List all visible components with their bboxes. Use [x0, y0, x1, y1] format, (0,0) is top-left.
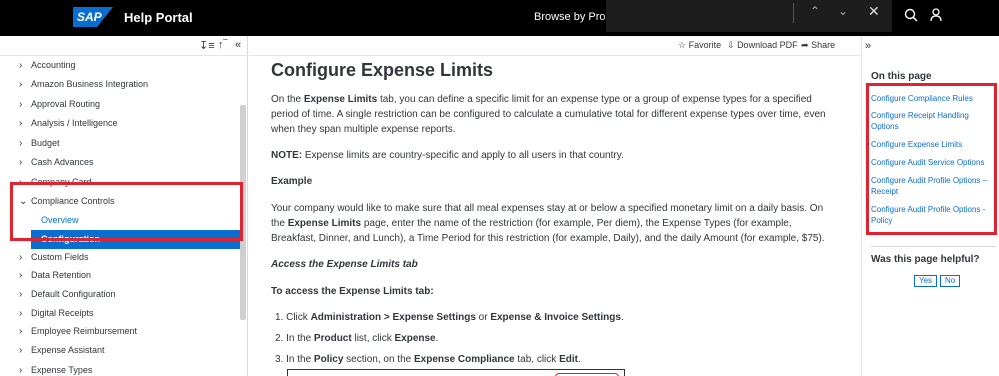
- chevron-right-icon: ›: [19, 252, 23, 263]
- step-2: 2. In the Product list, click Expense.: [275, 333, 439, 344]
- tree-item-digital-receipts[interactable]: › Digital Receipts: [0, 304, 240, 323]
- share-button[interactable]: ➦ Share: [801, 40, 835, 51]
- user-icon[interactable]: [930, 8, 942, 25]
- tree-item-custom-fields[interactable]: › Custom Fields: [0, 248, 240, 267]
- tree-item-accounting[interactable]: › Accounting: [0, 56, 240, 75]
- share-icon: ➦: [801, 40, 809, 50]
- download-pdf-button[interactable]: ⇩ Download PDF: [727, 40, 798, 51]
- tree-item-budget[interactable]: › Budget: [0, 134, 240, 153]
- chevron-right-icon: ›: [19, 326, 23, 337]
- chevron-up-icon[interactable]: ⌃: [810, 4, 820, 18]
- tree-item-approval[interactable]: › Approval Routing: [0, 95, 240, 114]
- divider: [871, 246, 996, 247]
- tree-item-cash-advances[interactable]: › Cash Advances: [0, 153, 240, 172]
- tree-item-data-retention[interactable]: › Data Retention: [0, 266, 240, 285]
- chevron-right-icon: ›: [19, 157, 23, 168]
- search-icon[interactable]: [904, 8, 918, 25]
- portal-title[interactable]: Help Portal: [124, 10, 193, 25]
- tree-item-employee-reimbursement[interactable]: › Employee Reimbursement: [0, 322, 240, 341]
- favorite-button[interactable]: ☆ Favorite: [678, 40, 721, 51]
- tree-item-analysis[interactable]: › Analysis / Intelligence: [0, 114, 240, 133]
- sort-desc-icon[interactable]: ↧≡: [199, 39, 215, 52]
- download-icon: ⇩: [727, 40, 735, 50]
- on-this-page-heading: On this page: [871, 71, 932, 82]
- top-bar: SAP Help Portal Browse by Product ⌃ ⌄ ✕: [0, 0, 999, 36]
- find-bar: ⌃ ⌄ ✕: [606, 0, 892, 32]
- intro-paragraph: On the Expense Limits tab, you can defin…: [271, 94, 826, 135]
- chevron-right-icon: ›: [19, 289, 23, 300]
- access-heading: Access the Expense Limits tab: [271, 259, 418, 270]
- yes-button[interactable]: Yes: [914, 275, 938, 287]
- note-paragraph: NOTE: Expense limits are country-specifi…: [271, 150, 624, 161]
- star-icon: ☆: [678, 40, 687, 50]
- sort-asc-icon[interactable]: ↑‾: [218, 39, 227, 51]
- chevron-right-icon: ›: [19, 138, 23, 149]
- chevron-right-icon: ›: [19, 270, 23, 281]
- collapse-left-icon[interactable]: «: [235, 39, 241, 51]
- step-3: 3. In the Policy section, on the Expense…: [275, 354, 581, 365]
- page-title: Configure Expense Limits: [271, 60, 494, 80]
- helpful-question: Was this page helpful?: [871, 254, 980, 265]
- sap-logo[interactable]: SAP: [73, 7, 113, 27]
- sidebar-toolbar: ↧≡ ↑‾ «: [0, 36, 248, 56]
- expand-right-icon[interactable]: »: [865, 40, 871, 52]
- chevron-right-icon: ›: [19, 60, 23, 71]
- content-toolbar: ☆ Favorite ⇩ Download PDF ➦ Share: [249, 36, 861, 56]
- tree-item-amazon[interactable]: › Amazon Business Integration: [0, 75, 240, 94]
- chevron-right-icon: ›: [19, 118, 23, 129]
- chevron-right-icon: ›: [19, 308, 23, 319]
- chevron-down-icon[interactable]: ⌄: [838, 4, 848, 18]
- chevron-right-icon: ›: [19, 79, 23, 90]
- highlight-box-sidebar: [10, 182, 243, 241]
- find-separator: [793, 3, 794, 23]
- chevron-right-icon: ›: [19, 365, 23, 376]
- to-access-heading: To access the Expense Limits tab:: [271, 286, 434, 297]
- tree-item-expense-types[interactable]: › Expense Types: [0, 361, 240, 376]
- tree-item-expense-assistant[interactable]: › Expense Assistant: [0, 341, 240, 360]
- example-paragraph: Your company would like to make sure tha…: [271, 203, 825, 244]
- highlight-box-toc: [866, 83, 997, 235]
- example-heading: Example: [271, 176, 313, 187]
- chevron-right-icon: ›: [19, 99, 23, 110]
- tree-item-default-config[interactable]: › Default Configuration: [0, 285, 240, 304]
- chevron-right-icon: ›: [19, 345, 23, 356]
- close-icon[interactable]: ✕: [868, 3, 880, 20]
- no-button[interactable]: No: [940, 275, 961, 287]
- step-1: 1. Click Administration > Expense Settin…: [275, 312, 624, 323]
